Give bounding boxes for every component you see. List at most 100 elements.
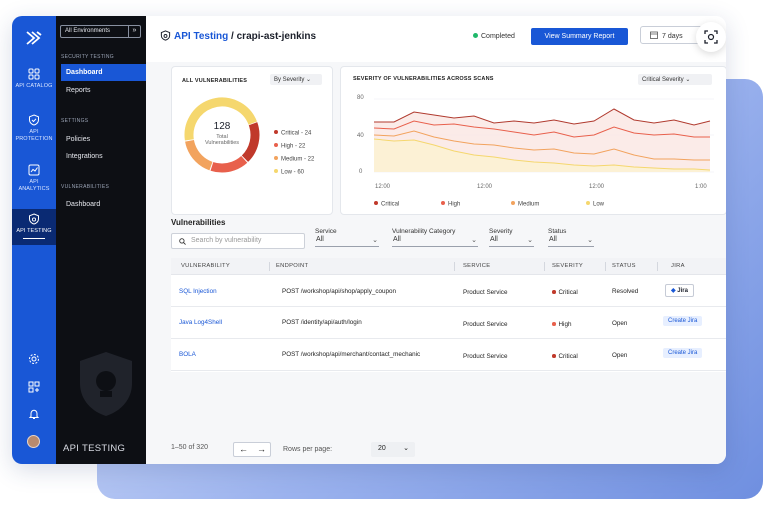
nav-item-policies[interactable]: Policies [61,131,146,148]
severity-dot [552,290,556,294]
donut-legend-medium: Medium - 22 [274,156,314,163]
breadcrumb-api-testing[interactable]: API Testing [174,31,228,42]
settings-button[interactable] [12,352,56,370]
arrow-left-icon[interactable]: ← [239,444,248,454]
create-jira-button[interactable]: Create Jira [663,348,703,358]
status-filter[interactable]: Status All ⌄ [548,228,594,247]
breadcrumb-separator: / [228,31,237,42]
severity-cell: Critical [552,353,578,360]
app-window: API CATALOG API PROTECTION API ANALYTICS… [12,16,726,464]
rail-label: PROTECTION [15,135,53,142]
group-by-select[interactable]: By Severity ⌄ [270,74,322,85]
table-row[interactable]: Java Log4Shell POST /identity/api/auth/l… [171,307,726,339]
column-header-jira[interactable]: JIRA [671,263,685,269]
legend-label: Low - 60 [281,169,305,176]
chevron-down-icon: ⌄ [372,237,378,244]
legend-label: Critical [381,201,400,208]
legend-label: Medium - 22 [281,156,315,163]
vulnerability-category-filter[interactable]: Vulnerability Category All ⌄ [392,228,478,247]
severity-filter[interactable]: Severity All ⌄ [489,228,534,247]
legend-label: Medium [518,201,540,208]
severity-filter-value: Critical Severity [642,77,684,83]
app-logo-icon[interactable] [24,28,44,48]
severity-dot [552,322,556,326]
create-jira-button[interactable]: Create Jira [663,316,703,326]
column-header-severity[interactable]: SEVERITY [552,263,583,269]
arrow-right-icon[interactable]: → [257,444,266,454]
chevron-down-icon: ⌄ [306,77,312,83]
filter-value: All [316,236,324,243]
column-header-endpoint[interactable]: ENDPOINT [276,263,308,269]
chevron-down-icon: ⌄ [685,77,691,83]
nav-item-vuln-dashboard[interactable]: Dashboard [61,196,146,213]
endpoint-cell: POST /workshop/api/shop/apply_coupon [282,288,396,295]
legend-label: Critical - 24 [281,130,312,137]
nav-section-settings: SETTINGS [61,118,89,124]
trend-legend-low: Low [586,201,604,208]
rail-item-api-analytics[interactable]: API ANALYTICS [12,164,56,192]
x-tick: 12:00 [589,184,605,190]
severity-cell: Critical [552,289,578,296]
add-app-button[interactable] [12,380,56,398]
vulnerability-link[interactable]: Java Log4Shell [179,319,222,326]
filter-select[interactable]: All ⌄ [392,236,478,247]
nav-item-reports[interactable]: Reports [61,82,146,99]
page-title: API Testing / crapi-ast-jenkins [160,30,316,42]
legend-dot [374,201,378,205]
y-tick: 40 [357,133,364,139]
table-row[interactable]: SQL Injection POST /workshop/api/shop/ap… [171,275,726,307]
shield-check-icon [29,114,39,126]
rail-item-api-catalog[interactable]: API CATALOG [12,68,56,90]
donut-total: 128 [213,121,231,132]
pagination-controls: ← → [233,442,271,457]
filter-value: All [549,236,557,243]
notifications-button[interactable] [12,407,56,425]
table-row[interactable]: BOLA POST /workshop/api/merchant/contact… [171,339,726,371]
status-dot [473,33,478,38]
nav-item-integrations[interactable]: Integrations [61,148,146,165]
x-tick: 12:00 [375,184,391,190]
filter-select[interactable]: All ⌄ [548,236,594,247]
filter-label: Vulnerability Category [392,228,456,235]
environment-label: All Environments [65,28,111,34]
column-header-vulnerability[interactable]: VULNERABILITY [181,263,230,269]
legend-dot [586,201,590,205]
column-divider [544,262,545,271]
status-text: Completed [481,33,515,40]
vulnerability-link[interactable]: SQL Injection [179,288,217,295]
jira-link-button[interactable]: ◆ Jira [665,284,694,297]
severity-filter-select[interactable]: Critical Severity ⌄ [638,74,712,85]
column-header-service[interactable]: SERVICE [463,263,490,269]
nav-item-dashboard[interactable]: Dashboard [61,64,146,81]
legend-dot [441,201,445,205]
rail-item-api-protection[interactable]: API PROTECTION [12,114,56,142]
vulnerability-link[interactable]: BOLA [179,351,196,358]
trend-legend-medium: Medium [511,201,539,208]
status-cell: Open [612,352,628,359]
filter-select[interactable]: All ⌄ [489,236,534,247]
column-divider [454,262,455,271]
scan-button[interactable] [696,22,726,52]
rows-per-page-label: Rows per page: [283,446,333,453]
donut-center: 128 Total Vulnerabilities [180,121,264,146]
rail-label: API CATALOG [15,83,53,89]
group-by-value: By Severity [274,77,305,83]
trend-legend-critical: Critical [374,201,399,208]
view-summary-report-button[interactable]: View Summary Report [531,28,628,45]
breadcrumb-project: crapi-ast-jenkins [236,31,317,42]
filter-select[interactable]: All ⌄ [315,236,379,247]
service-filter[interactable]: Service All ⌄ [315,228,379,247]
column-header-status[interactable]: STATUS [612,263,636,269]
severity-label: High [558,321,572,328]
service-cell: Product Service [463,321,508,328]
search-icon [179,238,186,245]
rows-per-page-select[interactable]: 20 ⌄ [371,442,415,457]
x-tick: 1:00 [695,184,707,190]
user-avatar[interactable] [27,435,40,448]
rail-item-api-testing[interactable]: API TESTING [12,209,56,245]
chevron-down-icon: ⌄ [587,237,593,244]
severity-dot [552,354,556,358]
environment-selector[interactable]: All Environments » [60,25,141,38]
vulnerability-search-input[interactable]: Search by vulnerability [171,233,305,249]
trend-chart [374,98,714,173]
